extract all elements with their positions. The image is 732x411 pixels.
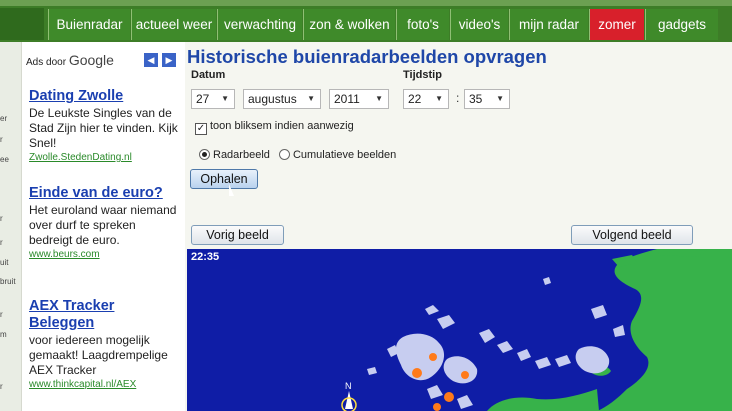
ad-text: Het euroland waar niemand over durf te s… [29, 203, 177, 247]
edge-text: r [0, 238, 3, 247]
google-brand: Google [68, 52, 114, 68]
tab-fotos[interactable]: foto's [396, 9, 449, 40]
ad-item: Dating Zwolle De Leukste Singles van de … [29, 88, 181, 163]
radio-radarbeeld[interactable] [199, 149, 210, 160]
radio-cumulatieve-label[interactable]: Cumulatieve beelden [293, 149, 396, 161]
time-label: Tijdstip [403, 69, 442, 81]
tab-gadgets[interactable]: gadgets [645, 9, 718, 40]
chevron-down-icon: ▼ [307, 94, 315, 103]
edge-text: r [0, 382, 3, 391]
ads-by-google-label[interactable]: Ads door Google [26, 52, 114, 68]
hour-value: 22 [408, 92, 422, 106]
next-image-button[interactable]: Volgend beeld [571, 225, 693, 245]
hour-select[interactable]: 22 ▼ [403, 89, 449, 109]
time-separator: : [456, 91, 460, 105]
minute-select[interactable]: 35 ▼ [464, 89, 510, 109]
tab-verwachting[interactable]: verwachting [217, 9, 302, 40]
ad-url-link[interactable]: www.beurs.com [29, 249, 181, 260]
ad-title-link[interactable]: Einde van de euro? [29, 185, 181, 202]
ads-label-prefix: Ads door [26, 57, 67, 68]
minute-value: 35 [469, 92, 483, 106]
chevron-down-icon: ▼ [435, 94, 443, 103]
left-cutoff-column: er r ee r r uit bruit r m r [0, 42, 22, 411]
tab-mijn-radar[interactable]: mijn radar [509, 9, 588, 40]
mouse-pointer-icon [229, 184, 234, 196]
edge-text: er [0, 114, 8, 123]
day-value: 27 [196, 92, 210, 106]
ad-item: Einde van de euro? Het euroland waar nie… [29, 185, 181, 260]
tab-zon-wolken[interactable]: zon & wolken [303, 9, 395, 40]
tab-buienradar[interactable]: Buienradar [48, 9, 130, 40]
tab-zomer[interactable]: zomer [589, 9, 644, 40]
ad-text: De Leukste Singles van de Stad Zijn hier… [29, 106, 178, 150]
radio-radarbeeld-label[interactable]: Radarbeeld [213, 149, 270, 161]
compass-label: N [345, 381, 352, 391]
ad-url-link[interactable]: Zwolle.StedenDating.nl [29, 152, 181, 163]
nav-top-strip [0, 0, 732, 6]
rain-cells [367, 277, 625, 409]
radar-image[interactable]: N 22:35 [187, 249, 732, 411]
top-navigation: Buienradar actueel weer verwachting zon … [0, 0, 732, 42]
radar-map: N [341, 249, 732, 411]
ad-url-link[interactable]: www.thinkcapital.nl/AEX [29, 379, 181, 390]
ad-title-link[interactable]: Dating Zwolle [29, 88, 181, 105]
edge-text: uit [0, 258, 9, 267]
ad-title-link[interactable]: AEX Tracker Beleggen [29, 298, 181, 332]
lightning-option: ✓ toon bliksem indien aanwezig [195, 120, 354, 135]
tab-actueel-weer[interactable]: actueel weer [131, 9, 216, 40]
edge-text: bruit [0, 277, 16, 286]
history-panel: Historische buienradarbeelden opvragen D… [185, 42, 732, 411]
chevron-down-icon: ▼ [221, 94, 229, 103]
lightning-checkbox[interactable]: ✓ [195, 123, 207, 135]
ad-text: voor iedereen mogelijk gemaakt! Laagdrem… [29, 333, 168, 377]
land-area [487, 389, 599, 411]
compass-icon: N [341, 381, 357, 411]
image-type-options: Radarbeeld Cumulatieve beelden [199, 149, 396, 161]
chevron-down-icon: ▼ [496, 94, 504, 103]
year-value: 2011 [334, 92, 360, 106]
edge-text: m [0, 330, 7, 339]
fetch-button[interactable]: Ophalen [190, 169, 258, 189]
previous-image-button[interactable]: Vorig beeld [191, 225, 284, 245]
radar-timestamp: 22:35 [191, 251, 220, 263]
chevron-right-icon[interactable]: ▶ [162, 53, 176, 67]
day-select[interactable]: 27 ▼ [191, 89, 235, 109]
edge-text: r [0, 135, 3, 144]
site-logo-fragment[interactable] [0, 8, 44, 40]
ad-item: AEX Tracker Beleggen voor iedereen mogel… [29, 298, 181, 390]
year-select[interactable]: 2011 ▼ [329, 89, 389, 109]
tab-videos[interactable]: video's [450, 9, 508, 40]
ads-column: Ads door Google ◀ ▶ Dating Zwolle De Leu… [22, 42, 185, 411]
month-select[interactable]: augustus ▼ [243, 89, 321, 109]
edge-text: r [0, 310, 3, 319]
date-label: Datum [191, 69, 226, 81]
month-value: augustus [248, 92, 297, 106]
page-title: Historische buienradarbeelden opvragen [187, 46, 547, 67]
chevron-left-icon[interactable]: ◀ [144, 53, 158, 67]
lightning-label[interactable]: toon bliksem indien aanwezig [210, 120, 354, 132]
chevron-down-icon: ▼ [375, 94, 383, 103]
edge-text: ee [0, 155, 9, 164]
edge-text: r [0, 214, 3, 223]
radio-cumulatieve[interactable] [278, 149, 290, 160]
